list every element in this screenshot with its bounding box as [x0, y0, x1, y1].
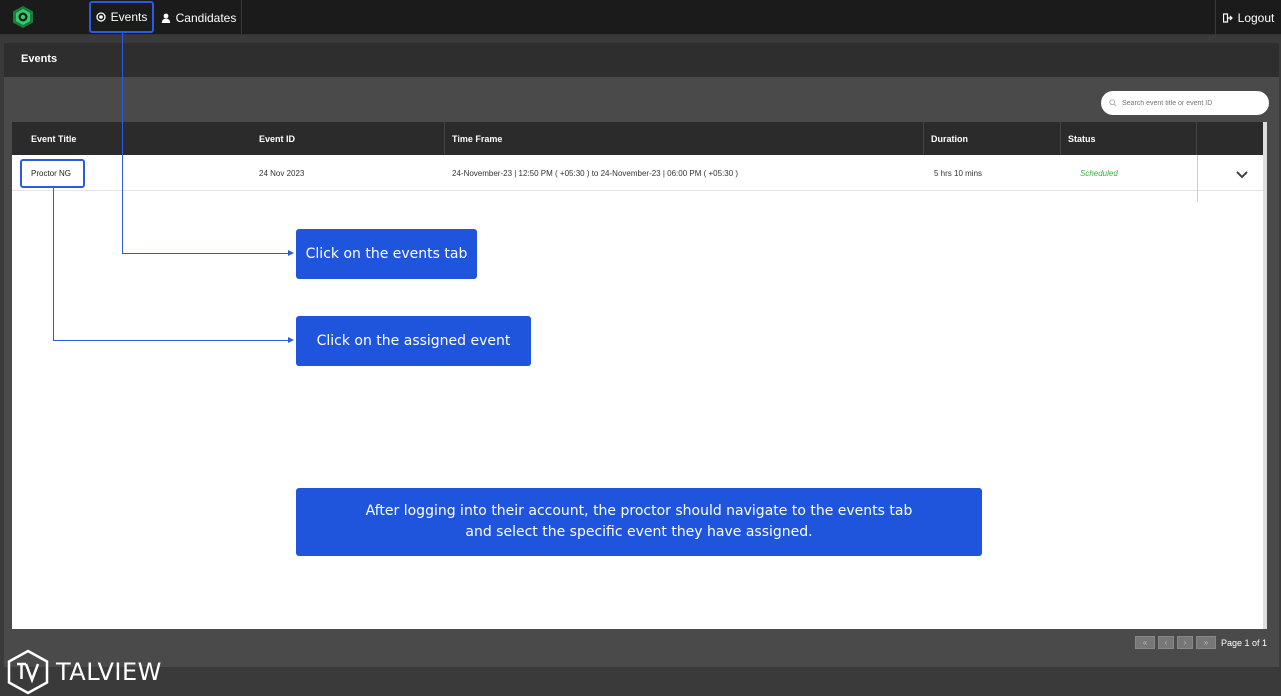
page-indicator: Page 1 of 1: [1221, 637, 1268, 648]
arrow-events-icon: [288, 250, 294, 256]
callout-instruction-line1: After logging into their account, the pr…: [365, 503, 913, 519]
event-id-cell: 24 Nov 2023: [259, 168, 305, 178]
col-header-duration[interactable]: Duration: [924, 122, 1061, 155]
first-page-button[interactable]: «: [1135, 636, 1155, 649]
talview-logo-icon: [7, 649, 49, 695]
logout-icon: [1222, 12, 1233, 23]
app-logo-icon[interactable]: [11, 5, 35, 29]
connector-line-event-h: [53, 340, 288, 341]
nav-events-label: Events: [110, 10, 148, 24]
events-icon: [96, 12, 106, 22]
column-divider: [1197, 155, 1198, 202]
search-box[interactable]: [1101, 91, 1269, 115]
col-header-time-frame[interactable]: Time Frame: [445, 122, 924, 155]
nav-tab-candidates[interactable]: Candidates: [156, 0, 242, 35]
last-page-button[interactable]: »: [1196, 636, 1216, 649]
connector-line-events-h: [122, 253, 288, 254]
top-navbar: Events Candidates Logout: [0, 0, 1281, 35]
chevron-down-icon[interactable]: [1234, 167, 1250, 183]
callout-assigned-event: Click on the assigned event: [296, 316, 531, 366]
brand-watermark: TALVIEW: [6, 649, 162, 695]
page-header: Events: [4, 43, 1279, 77]
search-input[interactable]: [1122, 99, 1252, 107]
connector-line-events: [122, 33, 123, 253]
brand-name: TALVIEW: [56, 658, 162, 686]
callout-assigned-event-text: Click on the assigned event: [316, 333, 511, 349]
table-header: Event Title Event ID Time Frame Duration…: [12, 122, 1267, 155]
logout-label: Logout: [1237, 10, 1275, 25]
nav-tab-events[interactable]: Events: [89, 1, 154, 33]
next-page-button[interactable]: ›: [1177, 636, 1193, 649]
page-title: Events: [21, 53, 58, 65]
pagination: « ‹ › » Page 1 of 1: [1135, 636, 1267, 649]
user-icon: [161, 13, 170, 23]
search-icon: [1109, 99, 1117, 107]
prev-page-button[interactable]: ‹: [1158, 636, 1174, 649]
logout-button[interactable]: Logout: [1215, 0, 1281, 35]
callout-events-tab-text: Click on the events tab: [305, 246, 468, 262]
arrow-event-icon: [288, 337, 294, 343]
callout-instruction: After logging into their account, the pr…: [296, 488, 982, 556]
connector-line-event: [53, 188, 54, 341]
status-badge: Scheduled: [1080, 168, 1118, 178]
event-highlight-box: [20, 159, 85, 188]
table-scrollbar[interactable]: [1263, 122, 1267, 629]
duration-cell: 5 hrs 10 mins: [934, 168, 983, 178]
time-frame-cell: 24-November-23 | 12:50 PM ( +05:30 ) to …: [452, 168, 739, 178]
table-row[interactable]: Proctor NG 24 Nov 2023 24-November-23 | …: [12, 155, 1267, 191]
col-header-event-id[interactable]: Event ID: [252, 122, 445, 155]
nav-candidates-label: Candidates: [175, 10, 237, 25]
callout-events-tab: Click on the events tab: [296, 229, 477, 279]
col-header-status[interactable]: Status: [1061, 122, 1197, 155]
callout-instruction-line2: and select the specific event they have …: [465, 524, 813, 540]
col-header-event-title[interactable]: Event Title: [24, 122, 259, 155]
